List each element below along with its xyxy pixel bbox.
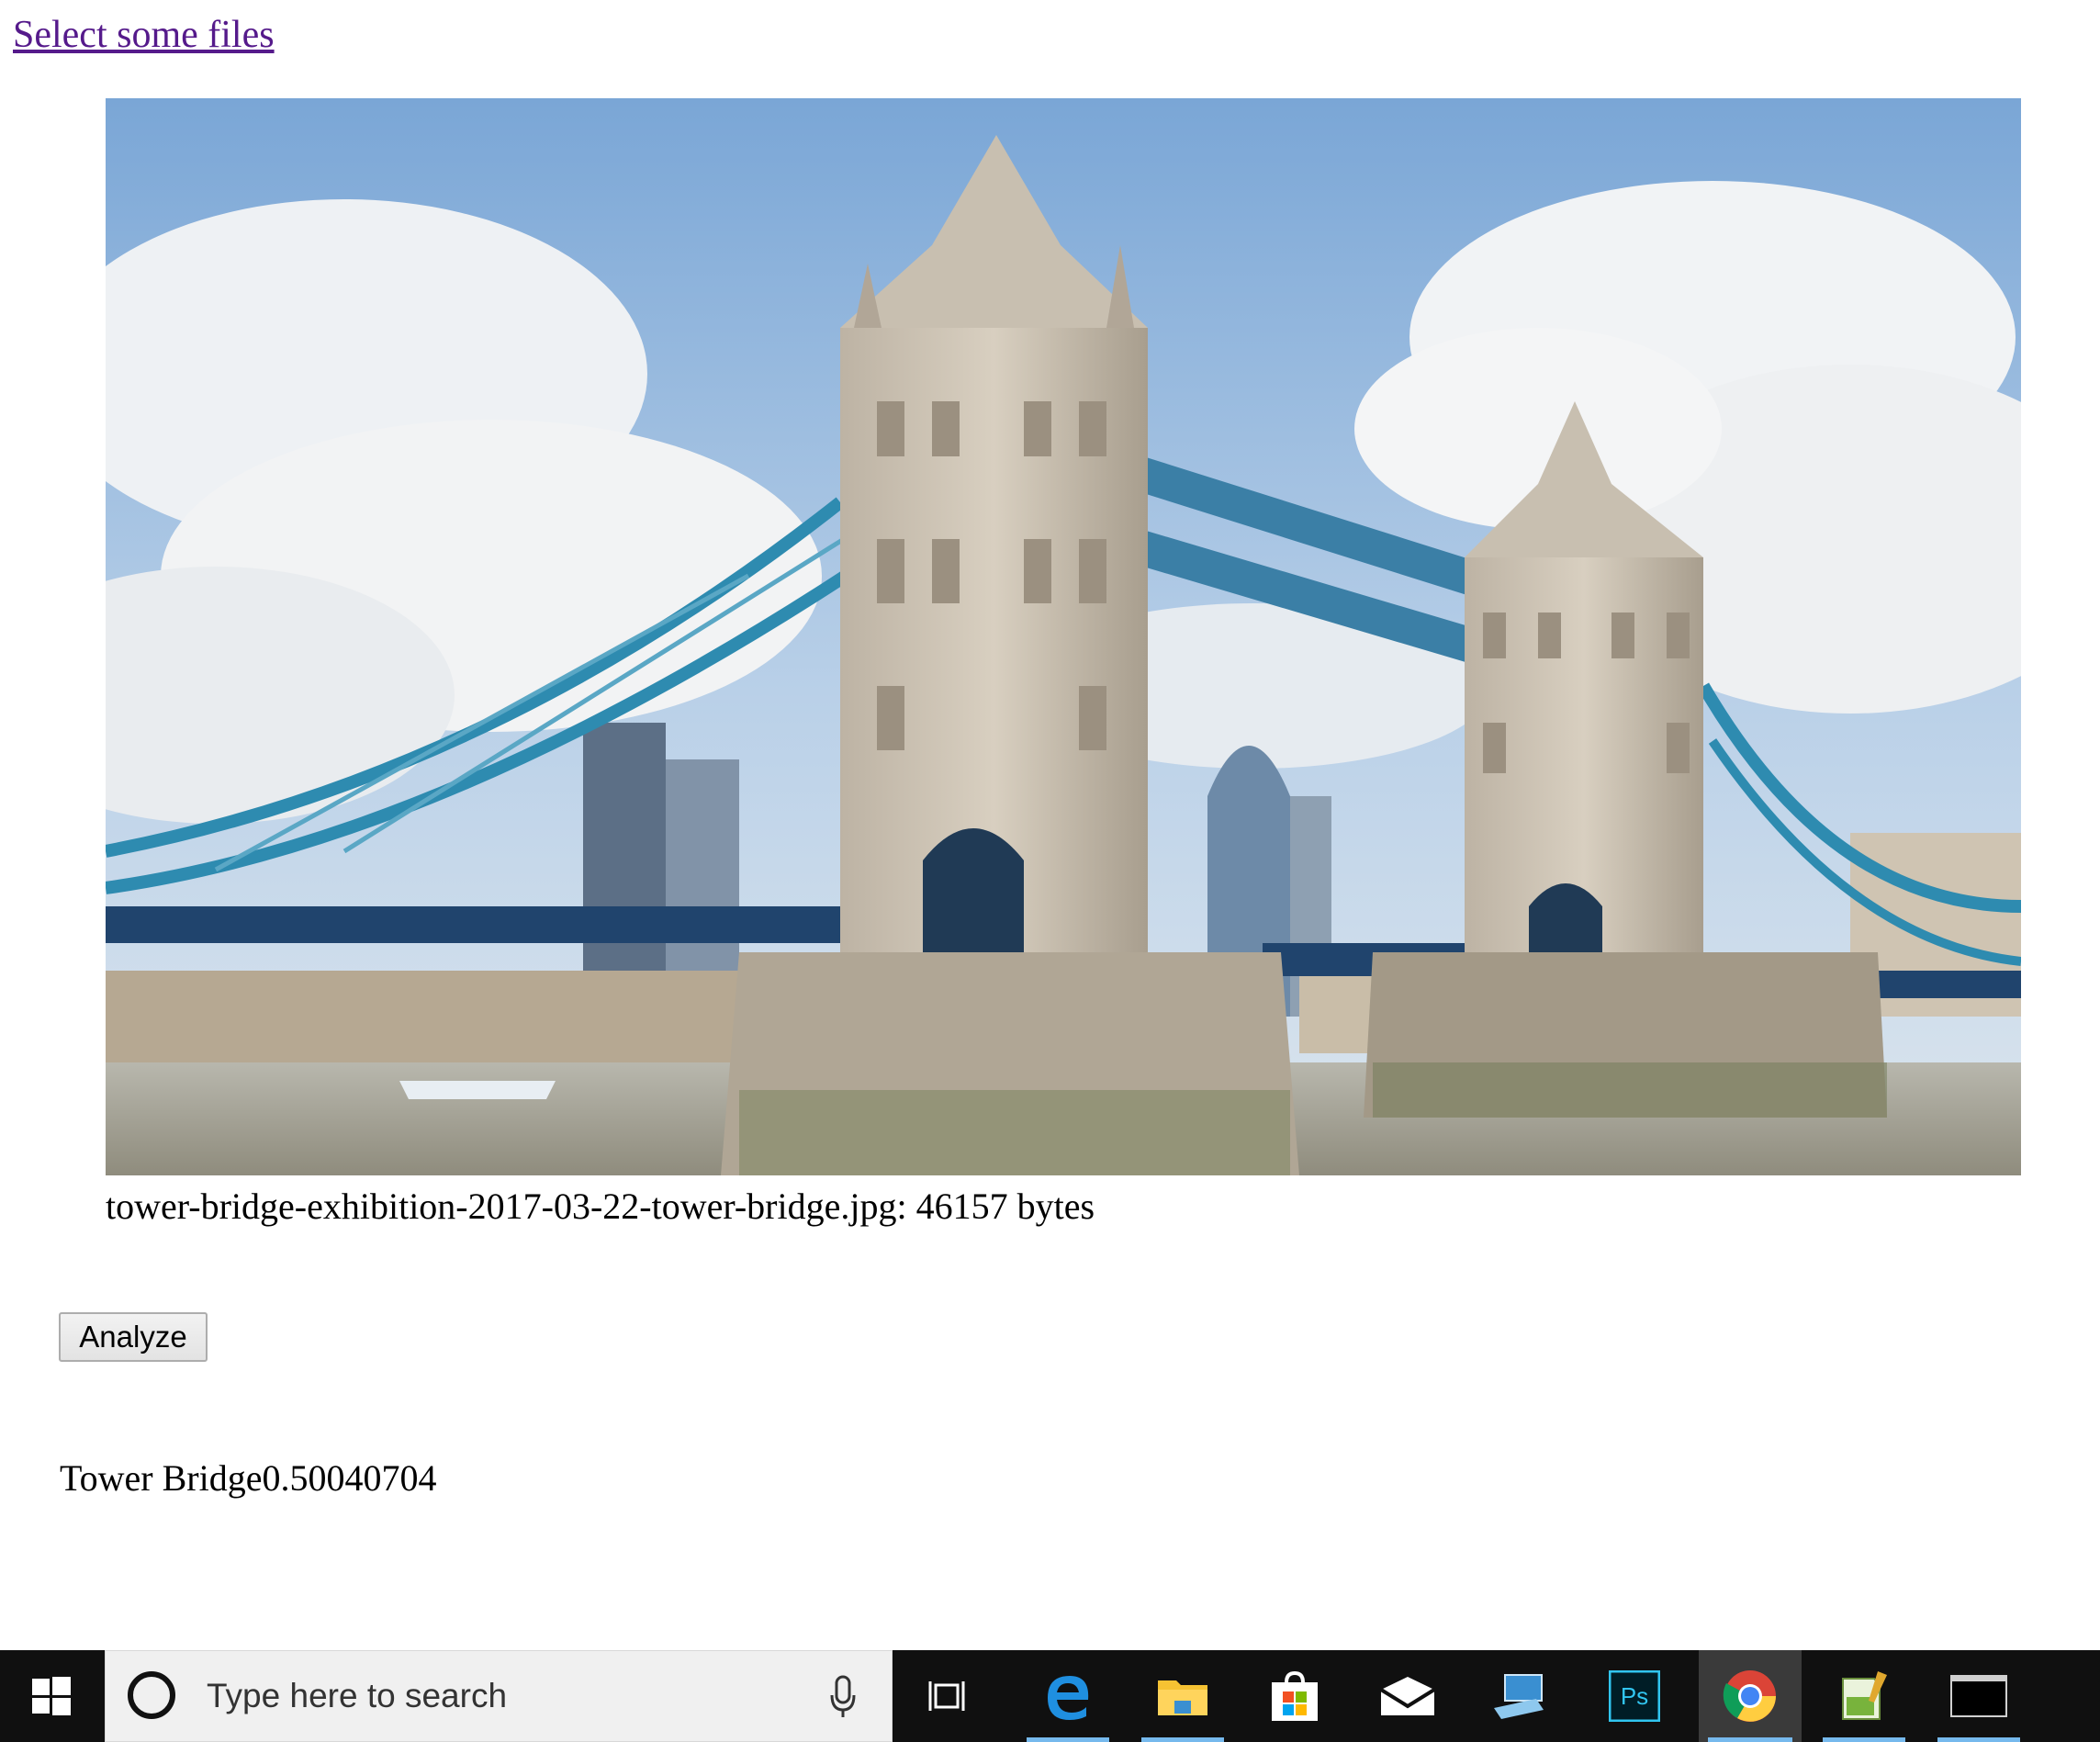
svg-text:Ps: Ps [1621, 1682, 1648, 1710]
uploaded-image-preview [106, 98, 2021, 1175]
file-explorer-icon[interactable] [1132, 1650, 1233, 1742]
windows-taskbar: Type here to search Ps [0, 1650, 2100, 1742]
taskbar-search-box[interactable]: Type here to search [105, 1650, 893, 1742]
microphone-icon[interactable] [829, 1675, 857, 1719]
analysis-result: Tower Bridge0.50040704 [60, 1457, 437, 1499]
chrome-icon[interactable] [1699, 1650, 1802, 1742]
analyze-button[interactable]: Analyze [59, 1312, 208, 1362]
store-icon[interactable] [1244, 1650, 1345, 1742]
photoshop-icon[interactable]: Ps [1584, 1650, 1685, 1742]
edge-icon[interactable] [1017, 1650, 1118, 1742]
search-placeholder: Type here to search [207, 1677, 508, 1714]
tower-bridge-photo [106, 98, 2021, 1175]
select-files-link[interactable]: Select some files [13, 13, 275, 57]
task-view-icon[interactable] [898, 1650, 999, 1742]
file-info-caption: tower-bridge-exhibition-2017-03-22-tower… [106, 1186, 1095, 1227]
notepad-app-icon[interactable] [1814, 1650, 1915, 1742]
cortana-icon[interactable] [128, 1671, 175, 1719]
terminal-icon[interactable] [1928, 1650, 2029, 1742]
windows-start-icon[interactable] [0, 1650, 103, 1742]
mail-icon[interactable] [1357, 1650, 1458, 1742]
remote-desktop-icon[interactable] [1469, 1650, 1570, 1742]
